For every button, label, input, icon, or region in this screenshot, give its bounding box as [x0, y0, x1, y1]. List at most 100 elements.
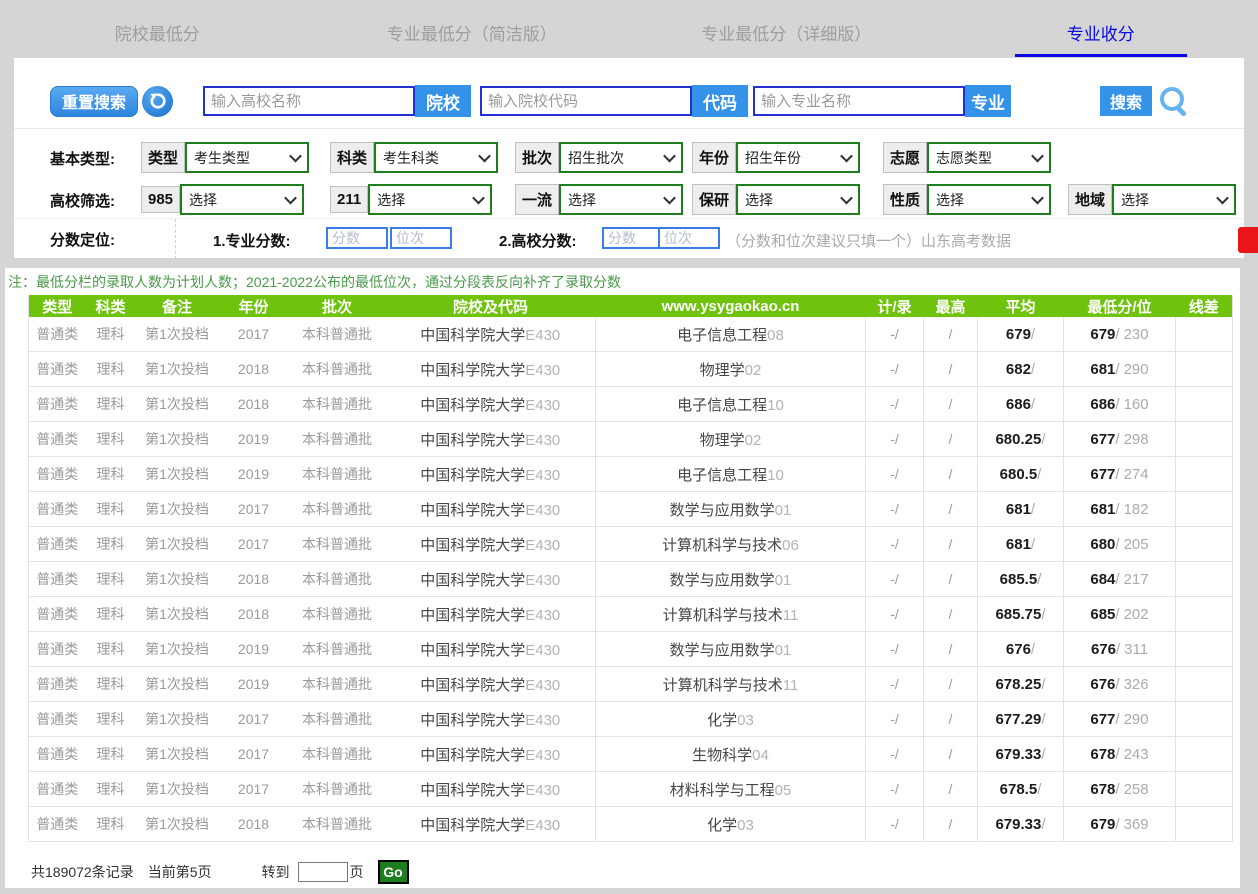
cell-school: 中国科学院大学E430	[386, 492, 596, 527]
school-name-input[interactable]	[203, 86, 415, 116]
min-score: 677	[1090, 431, 1115, 448]
avg-slash: /	[1031, 501, 1035, 518]
filter-label: 志愿	[883, 142, 927, 173]
tab[interactable]: 专业最低分（简洁版）	[315, 0, 630, 57]
cell-max: /	[924, 562, 978, 597]
avg-slash: /	[1041, 431, 1045, 448]
min-score: 681	[1090, 501, 1115, 518]
major-score-group-label: 1.专业分数:	[213, 230, 291, 251]
search-button[interactable]: 搜索	[1100, 86, 1152, 116]
school-code-input[interactable]	[480, 86, 692, 116]
filter-select[interactable]: 招生批次	[559, 142, 683, 173]
cell-major: 材料科学与工程05	[596, 772, 866, 807]
table-row: 普通类 理科 第1次投档 2017 本科普通批 中国科学院大学E430 生物科学…	[29, 737, 1233, 772]
chevron-down-icon	[663, 192, 676, 205]
page-number-input[interactable]	[298, 862, 348, 882]
school-filter-button[interactable]: 院校	[415, 85, 471, 117]
filter-select-value: 选择	[377, 190, 405, 210]
major-code: 10	[767, 397, 784, 414]
avg-slash: /	[1041, 711, 1045, 728]
min-score: 677	[1090, 466, 1115, 483]
header-remark: 备注	[136, 295, 219, 317]
filter-select-value: 选择	[189, 190, 217, 210]
cell-avg: 685.5/	[978, 562, 1064, 597]
cell-year: 2017	[219, 737, 289, 772]
filter-select[interactable]: 选择	[559, 184, 683, 215]
filter-select[interactable]: 选择	[736, 184, 860, 215]
major-code: 01	[775, 642, 792, 659]
cell-major: 电子信息工程08	[596, 317, 866, 352]
tab[interactable]: 专业最低分（详细版）	[629, 0, 944, 57]
filter-label: 类型	[141, 142, 185, 173]
cell-type: 普通类	[29, 737, 86, 772]
school-code: E430	[525, 327, 560, 344]
total-records: 共189072条记录	[31, 862, 134, 882]
filter-select[interactable]: 考生科类	[374, 142, 498, 173]
major-code: 01	[775, 502, 792, 519]
filter-group: 985 选择	[141, 184, 304, 215]
school-name: 中国科学院大学	[420, 432, 525, 449]
min-rank: 298	[1124, 431, 1149, 448]
tab[interactable]: 专业收分	[944, 0, 1258, 57]
major-code: 08	[767, 327, 784, 344]
cell-min-rank: 676/311	[1064, 632, 1176, 667]
page-unit-label: 页	[350, 862, 364, 882]
avg-slash: /	[1041, 606, 1045, 623]
cell-subject: 理科	[86, 597, 136, 632]
filter-select[interactable]: 选择	[368, 184, 492, 215]
cell-max: /	[924, 597, 978, 632]
header-min-rank: 最低分/位	[1064, 295, 1176, 317]
school-rank-input[interactable]	[658, 227, 720, 249]
refresh-icon[interactable]	[142, 86, 173, 117]
table-row: 普通类 理科 第1次投档 2018 本科普通批 中国科学院大学E430 数学与应…	[29, 562, 1233, 597]
cell-batch: 本科普通批	[289, 702, 386, 737]
major-code: 02	[745, 362, 762, 379]
cell-batch: 本科普通批	[289, 562, 386, 597]
avg-score: 678.25	[995, 676, 1041, 693]
cell-max: /	[924, 632, 978, 667]
avg-score: 676	[1006, 641, 1031, 658]
cell-avg: 681/	[978, 527, 1064, 562]
major-code: 11	[783, 677, 799, 694]
filter-group: 地域 选择	[1068, 184, 1236, 215]
cell-type: 普通类	[29, 597, 86, 632]
go-button[interactable]: Go	[378, 860, 409, 884]
cell-school: 中国科学院大学E430	[386, 422, 596, 457]
school-score-input[interactable]	[602, 227, 664, 249]
header-year: 年份	[219, 295, 289, 317]
avg-score: 681	[1006, 501, 1031, 518]
filter-select[interactable]: 选择	[180, 184, 304, 215]
filter-select[interactable]: 考生类型	[185, 142, 309, 173]
red-float-widget[interactable]	[1238, 227, 1258, 253]
major-name-input[interactable]	[753, 86, 965, 116]
filter-select[interactable]: 选择	[1112, 184, 1236, 215]
major-code: 10	[767, 467, 784, 484]
filter-select[interactable]: 选择	[927, 184, 1051, 215]
filter-select[interactable]: 招生年份	[736, 142, 860, 173]
results-panel: 注：最低分栏的录取人数为计划人数；2021-2022公布的最低位次，通过分段表反…	[5, 268, 1240, 888]
cell-batch: 本科普通批	[289, 667, 386, 702]
major-code: 05	[775, 782, 792, 799]
cell-min-rank: 686/160	[1064, 387, 1176, 422]
filter-label: 批次	[515, 142, 559, 173]
tab[interactable]: 院校最低分	[0, 0, 315, 57]
filter-group: 一流 选择	[515, 184, 683, 215]
cell-remark: 第1次投档	[136, 317, 219, 352]
major-filter-button[interactable]: 专业	[965, 85, 1011, 117]
filter-label: 211	[330, 186, 368, 213]
magnifier-icon[interactable]	[1158, 85, 1188, 117]
school-code: E430	[525, 502, 560, 519]
major-score-input[interactable]	[326, 227, 388, 249]
min-slash: /	[1115, 466, 1119, 483]
cell-min-rank: 677/274	[1064, 457, 1176, 492]
code-filter-button[interactable]: 代码	[692, 85, 748, 117]
table-header-row: 类型 科类 备注 年份 批次 院校及代码 www.ysygaokao.cn 计/…	[29, 295, 1233, 317]
filter-select[interactable]: 志愿类型	[927, 142, 1051, 173]
major-rank-input[interactable]	[390, 227, 452, 249]
cell-plan-enroll: -/	[866, 352, 924, 387]
avg-slash: /	[1031, 396, 1035, 413]
table-row: 普通类 理科 第1次投档 2017 本科普通批 中国科学院大学E430 材料科学…	[29, 772, 1233, 807]
school-name: 中国科学院大学	[420, 327, 525, 344]
min-slash: /	[1115, 571, 1119, 588]
reset-search-button[interactable]: 重置搜索	[50, 86, 138, 117]
